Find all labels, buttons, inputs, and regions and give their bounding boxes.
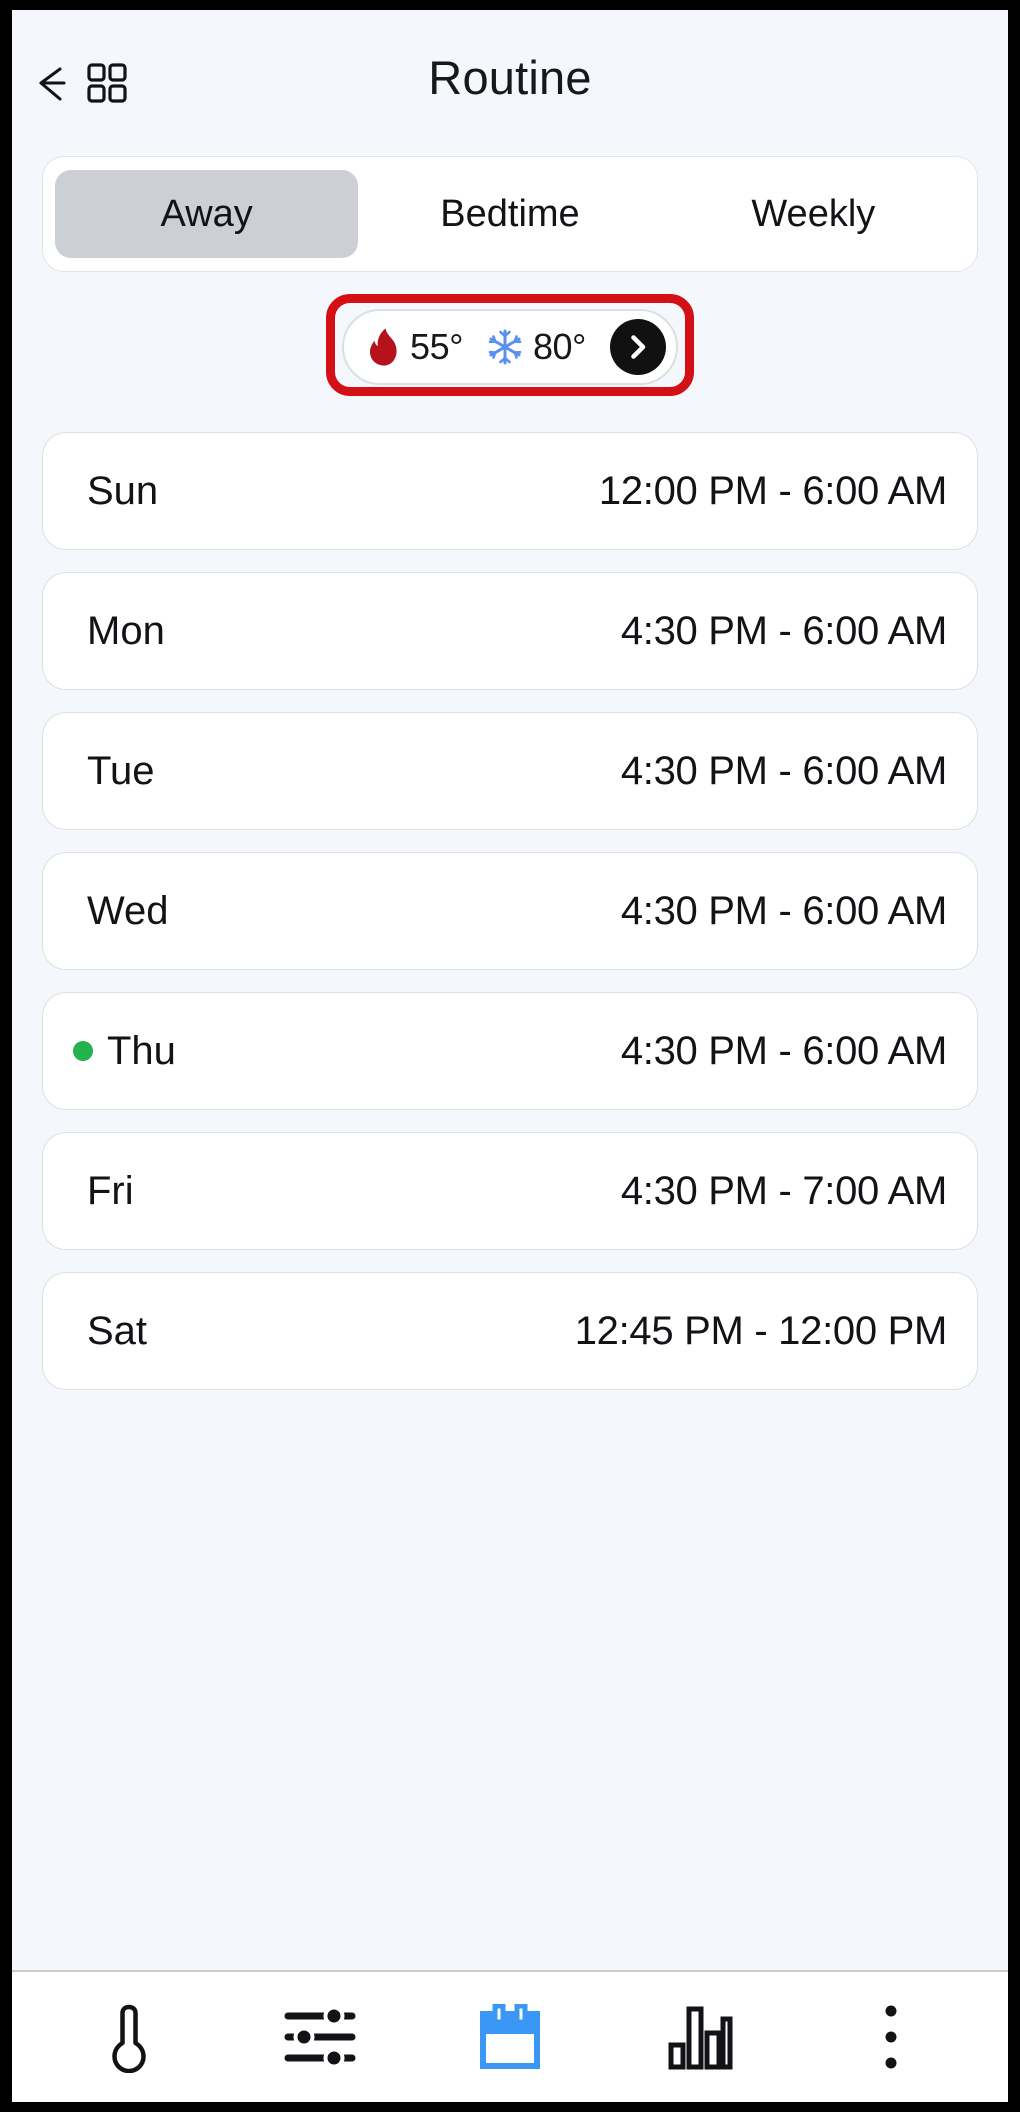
bottom-navigation-bar: [12, 1970, 1008, 2102]
overflow-menu-icon: [881, 2004, 901, 2070]
temperature-setpoint-pill[interactable]: 55°: [342, 309, 678, 385]
table-row[interactable]: Mon 4:30 PM - 6:00 AM: [42, 572, 978, 690]
app-header: Routine: [12, 10, 1008, 138]
nav-item-schedule[interactable]: [455, 1987, 565, 2087]
time-range-label: 4:30 PM - 6:00 AM: [621, 1029, 947, 1074]
table-row[interactable]: Sat 12:45 PM - 12:00 PM: [42, 1272, 978, 1390]
cool-setpoint-value: 80°: [533, 326, 586, 368]
nav-item-temperature[interactable]: [74, 1987, 184, 2087]
time-range-label: 4:30 PM - 6:00 AM: [621, 889, 947, 934]
snowflake-icon: [487, 329, 523, 365]
app-screen: Routine Away Bedtime Weekly 55°: [12, 10, 1008, 2102]
calendar-icon: [479, 2004, 541, 2070]
day-label: Sat: [87, 1309, 147, 1354]
time-range-label: 12:00 PM - 6:00 AM: [599, 469, 947, 514]
day-label: Thu: [107, 1029, 176, 1074]
time-range-label: 4:30 PM - 6:00 AM: [621, 609, 947, 654]
row-day-group: Sun: [73, 469, 158, 514]
table-row[interactable]: Fri 4:30 PM - 7:00 AM: [42, 1132, 978, 1250]
row-day-group: Thu: [73, 1029, 176, 1074]
tab-bedtime[interactable]: Bedtime: [358, 170, 661, 258]
day-label: Wed: [87, 889, 169, 934]
sliders-icon: [284, 2006, 356, 2068]
day-label: Fri: [87, 1169, 134, 1214]
row-day-group: Tue: [73, 749, 154, 794]
bar-chart-icon: [667, 2003, 733, 2071]
thermometer-icon: [104, 2001, 154, 2073]
row-day-group: Mon: [73, 609, 165, 654]
row-day-group: Wed: [73, 889, 169, 934]
tab-weekly[interactable]: Weekly: [662, 170, 965, 258]
device-frame: Routine Away Bedtime Weekly 55°: [0, 0, 1020, 2112]
heat-setpoint-value: 55°: [410, 326, 463, 368]
routine-mode-tabs: Away Bedtime Weekly: [42, 156, 978, 272]
table-row[interactable]: Thu 4:30 PM - 6:00 AM: [42, 992, 978, 1110]
row-day-group: Sat: [73, 1309, 147, 1354]
temperature-pill-area: 55°: [12, 272, 1008, 422]
row-day-group: Fri: [73, 1169, 134, 1214]
flame-icon: [368, 328, 400, 366]
table-row[interactable]: Tue 4:30 PM - 6:00 AM: [42, 712, 978, 830]
table-row[interactable]: Wed 4:30 PM - 6:00 AM: [42, 852, 978, 970]
schedule-list: Sun 12:00 PM - 6:00 AM Mon 4:30 PM - 6:0…: [42, 432, 978, 1390]
page-title: Routine: [12, 50, 1008, 105]
nav-item-more[interactable]: [836, 1987, 946, 2087]
day-label: Tue: [87, 749, 154, 794]
time-range-label: 4:30 PM - 7:00 AM: [621, 1169, 947, 1214]
day-label: Mon: [87, 609, 165, 654]
nav-item-settings[interactable]: [265, 1987, 375, 2087]
time-range-label: 4:30 PM - 6:00 AM: [621, 749, 947, 794]
page-body: Away Bedtime Weekly 55°: [12, 138, 1008, 1970]
time-range-label: 12:45 PM - 12:00 PM: [575, 1309, 947, 1354]
table-row[interactable]: Sun 12:00 PM - 6:00 AM: [42, 432, 978, 550]
chevron-right-icon[interactable]: [610, 319, 666, 375]
today-indicator-dot: [73, 1041, 93, 1061]
day-label: Sun: [87, 469, 158, 514]
nav-item-usage[interactable]: [645, 1987, 755, 2087]
tab-away[interactable]: Away: [55, 170, 358, 258]
